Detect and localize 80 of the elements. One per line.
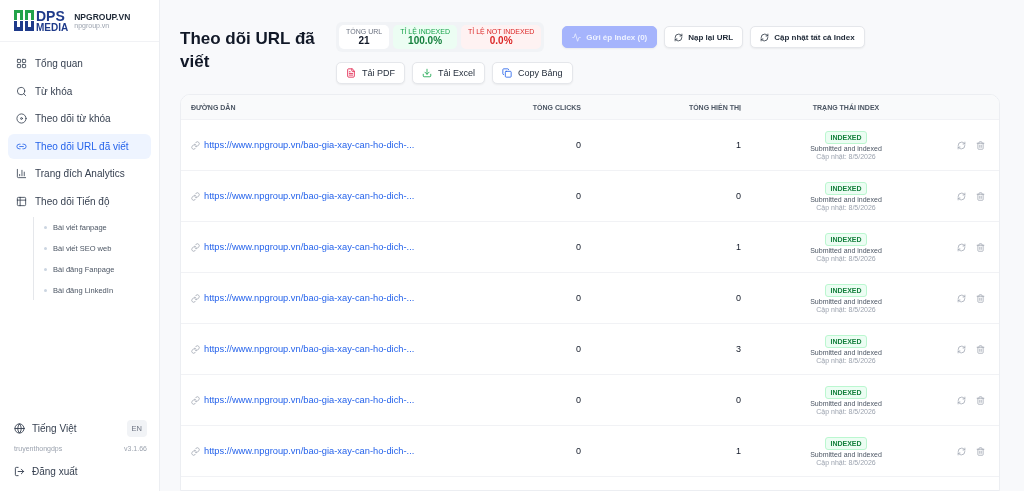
grid-icon <box>16 58 27 70</box>
action-button[interactable]: Cập nhật tất cả Index <box>750 26 865 48</box>
refresh-icon <box>760 32 770 42</box>
link-icon <box>191 140 200 150</box>
link-icon <box>191 344 200 354</box>
impressions-cell-text: 0 <box>735 293 741 303</box>
stat-value: 100.0% <box>408 35 443 46</box>
url-link[interactable]: https://www.npgroup.vn/bao-gia-xay-can-ho-dich-... <box>191 446 481 456</box>
link-icon <box>191 242 200 252</box>
sidebar-item[interactable]: Theo dõi từ khóa <box>8 106 151 132</box>
refresh-button[interactable] <box>955 240 968 254</box>
url-link[interactable]: https://www.npgroup.vn/bao-gia-xay-can-ho-dich-... <box>191 191 481 201</box>
logo-text: MEDIA <box>36 22 69 32</box>
logout-link[interactable]: Đăng xuất <box>14 460 147 477</box>
link-icon <box>191 293 200 303</box>
bullet-icon <box>44 268 47 272</box>
link-icon <box>191 395 200 405</box>
refresh-button[interactable] <box>955 342 968 356</box>
logo-mark-icon <box>14 10 34 32</box>
delete-button[interactable] <box>974 189 987 203</box>
url-link[interactable]: https://www.npgroup.vn/bao-gia-xay-can-ho-dich-... <box>191 242 481 252</box>
delete-button[interactable] <box>974 393 987 407</box>
clicks-cell-text: 0 <box>575 344 581 354</box>
refresh-button[interactable] <box>955 138 968 152</box>
url-link[interactable]: https://www.npgroup.vn/bao-gia-xay-can-ho-dich-... <box>191 344 481 354</box>
delete-button[interactable] <box>974 342 987 356</box>
link-icon <box>191 446 200 456</box>
sidebar-item[interactable]: Theo dõi URL đã viết <box>8 134 151 159</box>
sidebar-item[interactable]: Trang đích Analytics <box>8 161 151 187</box>
bullet-icon <box>44 226 47 230</box>
logout-icon <box>14 466 25 477</box>
export-button[interactable]: Tải PDF <box>336 62 405 84</box>
delete-button[interactable] <box>974 138 987 152</box>
export-button[interactable]: Tải Excel <box>412 62 486 84</box>
language-item[interactable]: Tiếng Việt <box>14 423 77 434</box>
sidebar-item[interactable]: Theo dõi Tiến độ <box>8 189 151 214</box>
clicks-cell-text: 0 <box>575 242 581 252</box>
url-link[interactable]: https://www.npgroup.vn/bao-gia-xay-can-ho-dich-... <box>191 293 481 303</box>
refresh-button[interactable] <box>955 444 968 458</box>
globe-icon <box>14 423 25 434</box>
clicks-cell-text: 0 <box>575 446 581 456</box>
clicks-cell-text: 0 <box>575 191 581 201</box>
target-icon <box>16 113 27 125</box>
stat-value: 0.0% <box>489 35 513 46</box>
link-icon <box>191 191 200 201</box>
export-button[interactable]: Copy Bảng <box>492 62 573 84</box>
action-button[interactable]: Nạp lại URL <box>664 26 744 48</box>
url-link[interactable]: https://www.npgroup.vn/bao-gia-xay-can-ho-dich-... <box>191 395 481 405</box>
bullet-icon <box>44 289 47 293</box>
page-title: Theo dõi URL đã viết <box>180 28 316 73</box>
clicks-cell-text: 0 <box>575 140 581 150</box>
delete-button[interactable] <box>974 291 987 305</box>
copy-icon <box>502 68 513 78</box>
refresh-button[interactable] <box>955 189 968 203</box>
impressions-cell-text: 1 <box>735 242 741 252</box>
refresh-icon <box>674 32 684 42</box>
bullet-icon <box>44 247 47 251</box>
refresh-button[interactable] <box>955 393 968 407</box>
impressions-cell-text: 1 <box>735 446 741 456</box>
brand-name: NPGROUP.VN <box>74 12 131 23</box>
search-icon <box>16 85 27 97</box>
impressions-cell-text: 1 <box>735 140 741 150</box>
clicks-cell-text: 0 <box>575 293 581 303</box>
delete-button[interactable] <box>974 444 987 458</box>
impressions-cell-text: 0 <box>735 395 741 405</box>
bar-chart-icon <box>16 168 27 180</box>
impressions-cell-text: 3 <box>735 344 741 354</box>
delete-button[interactable] <box>974 240 987 254</box>
clicks-cell-text: 0 <box>575 395 581 405</box>
table-icon <box>16 195 27 207</box>
impressions-cell-text: 0 <box>735 191 741 201</box>
logo-text: DPS <box>36 10 65 23</box>
download-icon <box>422 68 432 78</box>
refresh-button[interactable] <box>955 291 968 305</box>
sidebar-item[interactable]: Từ khóa <box>8 79 151 104</box>
pulse-icon <box>572 32 582 42</box>
url-link[interactable]: https://www.npgroup.vn/bao-gia-xay-can-ho-dich-... <box>191 140 481 150</box>
sidebar-item[interactable]: Tổng quan <box>8 51 151 77</box>
stat-value: 21 <box>358 35 370 46</box>
document-icon <box>346 68 356 78</box>
